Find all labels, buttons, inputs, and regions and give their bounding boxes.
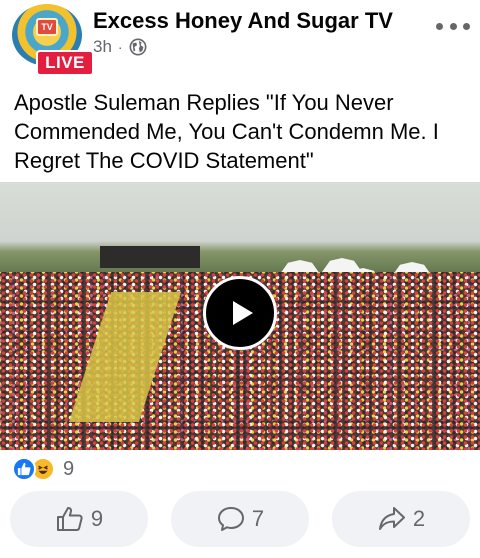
like-button[interactable]: 9	[10, 491, 148, 547]
avatar-tv-badge: TV	[36, 18, 58, 36]
comment-count: 7	[251, 506, 265, 531]
more-horizontal-icon	[436, 22, 443, 30]
play-button[interactable]	[203, 276, 277, 350]
more-options-button[interactable]	[436, 16, 470, 36]
thumbs-up-icon	[17, 462, 31, 476]
laughing-face-icon	[38, 465, 48, 474]
globe-icon	[129, 38, 147, 56]
play-icon	[233, 301, 253, 325]
share-button[interactable]: 2	[332, 491, 470, 547]
like-reaction-icon	[12, 457, 36, 481]
meta-separator: ·	[117, 39, 123, 55]
post-header: TV LIVE Excess Honey And Sugar TV 3h ·	[0, 0, 480, 80]
more-dot	[449, 22, 457, 30]
more-dot	[463, 22, 470, 30]
comment-button[interactable]: 7	[171, 491, 309, 547]
share-arrow-icon	[378, 507, 405, 530]
like-count: 9	[90, 506, 104, 531]
page-name[interactable]: Excess Honey And Sugar TV	[93, 8, 393, 34]
post-action-bar: 9 7 2	[10, 491, 470, 547]
reaction-count: 9	[63, 457, 75, 480]
thumbs-up-icon	[56, 507, 83, 531]
share-count: 2	[412, 506, 426, 531]
post-text: Apostle Suleman Replies "If You Never Co…	[14, 90, 439, 173]
video-stage	[100, 246, 200, 268]
page-avatar[interactable]: TV LIVE	[12, 4, 94, 76]
reactions-summary[interactable]: 9	[12, 456, 74, 482]
live-badge: LIVE	[36, 50, 94, 76]
post-time[interactable]: 3h	[93, 37, 112, 57]
post-meta: 3h ·	[93, 37, 147, 57]
comment-bubble-icon	[217, 507, 244, 531]
